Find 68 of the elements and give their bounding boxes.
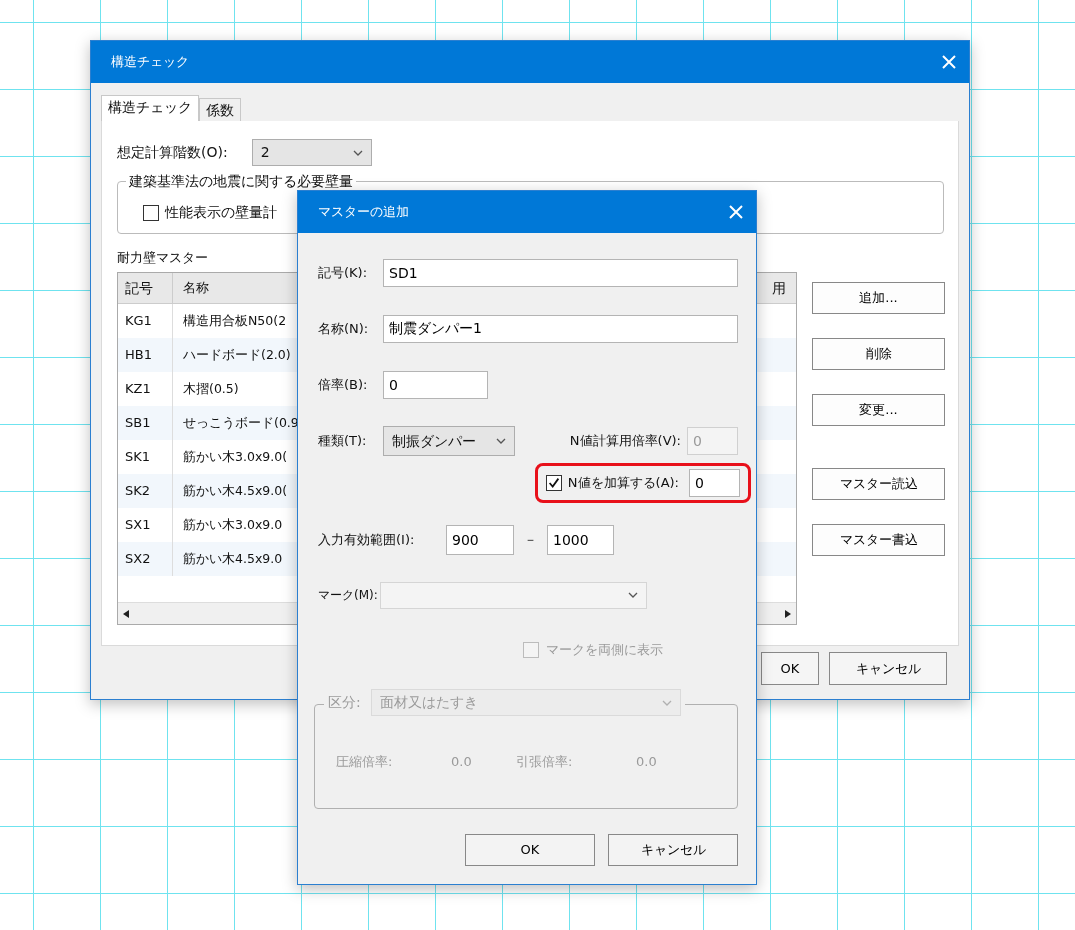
group-legend: 区分: bbox=[328, 692, 361, 713]
chevron-down-icon bbox=[496, 438, 506, 444]
tab[interactable]: 係数 bbox=[199, 98, 241, 121]
range-separator: － bbox=[524, 531, 537, 550]
field-label: 入力有効範囲(I): bbox=[318, 531, 416, 550]
dialog-button[interactable]: OK bbox=[465, 834, 595, 866]
dialog-title: マスターの追加 bbox=[318, 203, 409, 222]
name-field[interactable]: 制震ダンパー1 bbox=[383, 315, 738, 343]
field-label: 倍率(B): bbox=[318, 376, 369, 395]
field-label: 記号(K): bbox=[318, 264, 369, 283]
table-cell-text: ハードボード(2.0) bbox=[182, 345, 292, 364]
table-cell-text: 構造用合板N50(2 bbox=[182, 311, 288, 330]
checkbox[interactable] bbox=[143, 204, 159, 221]
scroll-right-icon bbox=[785, 609, 791, 618]
field-value: 0.0 bbox=[636, 753, 657, 771]
chevron-down-icon bbox=[628, 592, 638, 598]
close-icon[interactable] bbox=[941, 54, 957, 70]
side-button[interactable]: 追加... bbox=[812, 282, 945, 314]
add-n-field[interactable]: 0 bbox=[689, 469, 740, 497]
window-title: 構造チェック bbox=[111, 53, 189, 72]
dialog-button[interactable]: OK bbox=[761, 652, 819, 685]
column-header: 用 bbox=[771, 278, 787, 298]
chevron-down-icon bbox=[661, 699, 672, 706]
dialog-button[interactable]: キャンセル bbox=[608, 834, 738, 866]
dropdown-value: 面材又はたすき bbox=[379, 693, 478, 712]
dialog-button[interactable]: キャンセル bbox=[829, 652, 947, 685]
range-from-field[interactable]: 900 bbox=[446, 525, 514, 555]
field-label: 引張倍率: bbox=[516, 753, 574, 771]
column-header: 記号 bbox=[118, 273, 173, 303]
field-label: 種類(T): bbox=[318, 432, 368, 451]
dropdown-value: 制振ダンパー bbox=[392, 431, 476, 451]
group-legend: 建築基準法の地震に関する必要壁量 bbox=[126, 172, 356, 190]
table-cell-text: 木摺(0.5) bbox=[182, 379, 240, 398]
field-label: マーク(M): bbox=[318, 587, 379, 604]
chevron-down-icon bbox=[352, 149, 363, 156]
range-to-field[interactable]: 1000 bbox=[547, 525, 614, 555]
type-dropdown[interactable]: 制振ダンパー bbox=[383, 426, 515, 456]
table-cell-text: 筋かい木4.5x9.0 bbox=[182, 549, 284, 568]
field-label: N値計算用倍率(V): bbox=[569, 433, 681, 449]
ratio-field[interactable]: 0 bbox=[383, 371, 488, 399]
table-cell-text: 筋かい木4.5x9.0( bbox=[182, 481, 289, 500]
table-cell: HB1 bbox=[118, 338, 173, 372]
floor-count-dropdown[interactable]: 2 bbox=[251, 139, 372, 166]
table-cell: SX2 bbox=[118, 542, 173, 576]
checkmark-icon bbox=[546, 476, 561, 490]
tab[interactable]: 構造チェック bbox=[101, 95, 199, 121]
field-label: 名称(N): bbox=[318, 320, 370, 339]
checkbox-label: N値を加算する(A): bbox=[567, 474, 679, 493]
scroll-left-icon bbox=[123, 609, 129, 618]
table-cell: SB1 bbox=[118, 406, 173, 440]
table-cell-text: 筋かい木3.0x9.0( bbox=[182, 447, 289, 466]
field-value: 0.0 bbox=[451, 753, 473, 771]
column-header: 名称 bbox=[182, 278, 210, 297]
checkbox-label: 性能表示の壁量計 bbox=[165, 203, 277, 222]
table-cell: SK2 bbox=[118, 474, 173, 508]
side-button[interactable]: 削除 bbox=[812, 338, 945, 370]
checkbox-label: マークを両側に表示 bbox=[546, 641, 663, 660]
table-title: 耐力壁マスター bbox=[117, 249, 209, 267]
table-cell-text: 筋かい木3.0x9.0 bbox=[182, 515, 284, 534]
side-button[interactable]: マスター書込 bbox=[812, 524, 945, 556]
symbol-field[interactable]: SD1 bbox=[383, 259, 738, 287]
side-button[interactable]: マスター読込 bbox=[812, 468, 945, 500]
field-label: 想定計算階数(O): bbox=[117, 143, 228, 162]
checkbox[interactable] bbox=[545, 475, 562, 491]
side-button[interactable]: 変更... bbox=[812, 394, 945, 426]
dropdown-value: 2 bbox=[260, 143, 270, 162]
close-icon[interactable] bbox=[728, 204, 744, 220]
field-label: 圧縮倍率: bbox=[336, 753, 394, 771]
